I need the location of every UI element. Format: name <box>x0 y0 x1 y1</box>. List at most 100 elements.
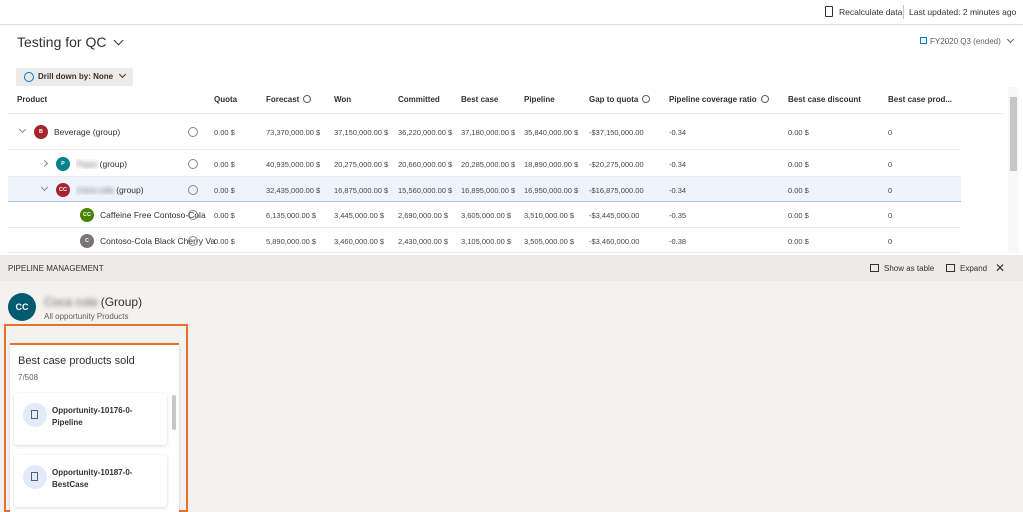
column-header[interactable]: Product <box>17 95 47 104</box>
product-name-text: Beverage <box>54 127 91 137</box>
table-cell: 15,560,000.00 $ <box>398 185 453 195</box>
column-header-label: Committed <box>398 95 440 104</box>
product-name[interactable]: Pepsi (group) <box>76 159 127 169</box>
table-cell: 3,505,000.00 $ <box>524 236 575 246</box>
table-cell: -0.34 <box>669 128 687 137</box>
table-cell: 37,180,000.00 $ <box>461 128 516 137</box>
table-cell: 0 <box>888 159 893 169</box>
table-icon <box>870 264 879 272</box>
page-title[interactable]: Testing for QC <box>17 34 124 50</box>
scrollbar-thumb[interactable] <box>1010 97 1017 171</box>
table-cell: 0.00 $ <box>788 159 809 169</box>
recalculate-button[interactable]: Recalculate data <box>839 7 902 17</box>
hierarchy-icon[interactable] <box>188 184 198 195</box>
drill-down-label: Drill down by: None <box>38 72 114 81</box>
table-cell: 20,285,000.00 $ <box>461 159 516 169</box>
table-cell: 0.00 $ <box>214 211 235 220</box>
table-cell: -0.34 <box>669 159 687 169</box>
hierarchy-icon[interactable] <box>188 127 198 137</box>
column-header[interactable]: Quota <box>214 95 237 104</box>
column-header-label: Pipeline coverage ratio <box>669 95 757 104</box>
info-icon[interactable] <box>303 95 312 103</box>
opportunity-card[interactable]: Opportunity-10187-0- BestCase <box>14 455 167 507</box>
table-cell: 20,275,000.00 $ <box>334 159 389 169</box>
table-cell: 3,445,000.00 $ <box>334 211 385 220</box>
top-bar: Recalculate data Last updated: 2 minutes… <box>0 0 1023 25</box>
card-count: 7/508 <box>18 373 39 382</box>
chevron-down-icon <box>113 35 124 46</box>
product-avatar: CC <box>80 208 94 222</box>
panel-header: PIPELINE MANAGEMENT Show as table Expand… <box>0 255 1023 281</box>
column-header-label: Forecast <box>266 95 300 104</box>
column-header-label: Pipeline <box>524 95 555 104</box>
column-header[interactable]: Gap to quota <box>589 95 651 104</box>
product-avatar: P <box>56 156 70 171</box>
column-header[interactable]: Committed <box>398 95 440 104</box>
column-header[interactable]: Pipeline <box>524 95 555 104</box>
hierarchy-icon[interactable] <box>188 210 198 220</box>
entity-suffix: (Group) <box>100 295 143 309</box>
close-icon[interactable]: ✕ <box>995 261 1005 275</box>
opportunity-title: Opportunity-10187-0- BestCase <box>52 467 132 491</box>
hierarchy-icon[interactable] <box>188 235 198 246</box>
info-icon[interactable] <box>760 95 769 103</box>
column-header-label: Best case discount <box>788 95 861 104</box>
table-cell: 0.00 $ <box>788 128 809 137</box>
info-icon[interactable] <box>642 95 651 103</box>
opportunity-card[interactable]: Opportunity-10176-0- Pipeline <box>14 393 167 445</box>
chevron-down-icon <box>1006 35 1015 44</box>
column-header[interactable]: Won <box>334 95 351 104</box>
table-cell: 0.00 $ <box>214 128 235 137</box>
product-name[interactable]: Coca cola (group) <box>76 185 144 195</box>
show-as-table-button[interactable]: Show as table <box>884 264 934 273</box>
calculator-icon[interactable] <box>825 6 833 17</box>
opportunity-line1: Opportunity-10176-0- <box>52 406 133 415</box>
column-header[interactable]: Pipeline coverage ratio <box>669 95 769 104</box>
entity-avatar: CC <box>8 293 36 321</box>
entity-subtitle: All opportunity Products <box>44 312 129 321</box>
table-cell: 2,430,000.00 $ <box>398 236 449 246</box>
opportunity-title: Opportunity-10176-0- Pipeline <box>52 405 132 429</box>
table-cell: 2,690,000.00 $ <box>398 211 449 220</box>
table-cell: 36,220,000.00 $ <box>398 128 453 137</box>
period-label: FY2020 Q3 (ended) <box>930 37 1001 46</box>
product-suffix: (group) <box>99 158 128 169</box>
table-cell: 37,150,000.00 $ <box>334 128 389 137</box>
table-cell: 0.00 $ <box>788 185 809 195</box>
product-avatar: C <box>80 233 94 248</box>
table-cell: -$3,445,000.00 <box>589 211 640 220</box>
column-header[interactable]: Forecast <box>266 95 312 104</box>
hierarchy-icon[interactable] <box>188 158 198 169</box>
product-name[interactable]: Beverage (group) <box>54 127 120 137</box>
table-cell: 0.00 $ <box>788 236 809 246</box>
chevron-down-icon <box>119 70 127 79</box>
column-header-label: Product <box>17 95 48 104</box>
table-cell: 0.00 $ <box>788 211 809 220</box>
period-selector[interactable]: FY2020 Q3 (ended) <box>920 35 1015 46</box>
table-cell: 16,895,000.00 $ <box>461 185 516 195</box>
calendar-icon <box>920 37 928 44</box>
column-header-label: Best case prod... <box>888 95 953 104</box>
table-cell: -0.35 <box>669 211 687 220</box>
card-title: Best case products sold <box>18 355 135 367</box>
expand-button[interactable]: Expand <box>960 264 987 273</box>
table-cell: 32,435,000.00 $ <box>266 185 321 195</box>
table-cell: -$37,150,000.00 <box>589 128 644 137</box>
card-scrollbar[interactable] <box>172 395 176 430</box>
table-cell: 35,840,000.00 $ <box>524 128 579 137</box>
table-cell: 3,460,000.00 $ <box>334 236 385 246</box>
product-avatar: CC <box>56 182 70 197</box>
column-header[interactable]: Best case <box>461 95 498 104</box>
table-cell: 6,135,000.00 $ <box>266 211 317 220</box>
table-cell: -$20,275,000.00 <box>589 159 644 169</box>
column-header[interactable]: Best case prod... <box>888 95 952 104</box>
table-cell: 20,660,000.00 $ <box>398 159 453 169</box>
drill-down-button[interactable]: Drill down by: None <box>16 68 133 86</box>
entity-name: Coca cola (Group) <box>44 295 142 309</box>
column-header[interactable]: Best case discount <box>788 95 861 104</box>
opportunity-line2: Pipeline <box>52 418 83 427</box>
table-cell: 3,605,000.00 $ <box>461 211 512 220</box>
table-cell: 0 <box>888 128 893 137</box>
opportunity-line1: Opportunity-10187-0- <box>52 468 133 477</box>
expand-icon <box>946 264 955 272</box>
